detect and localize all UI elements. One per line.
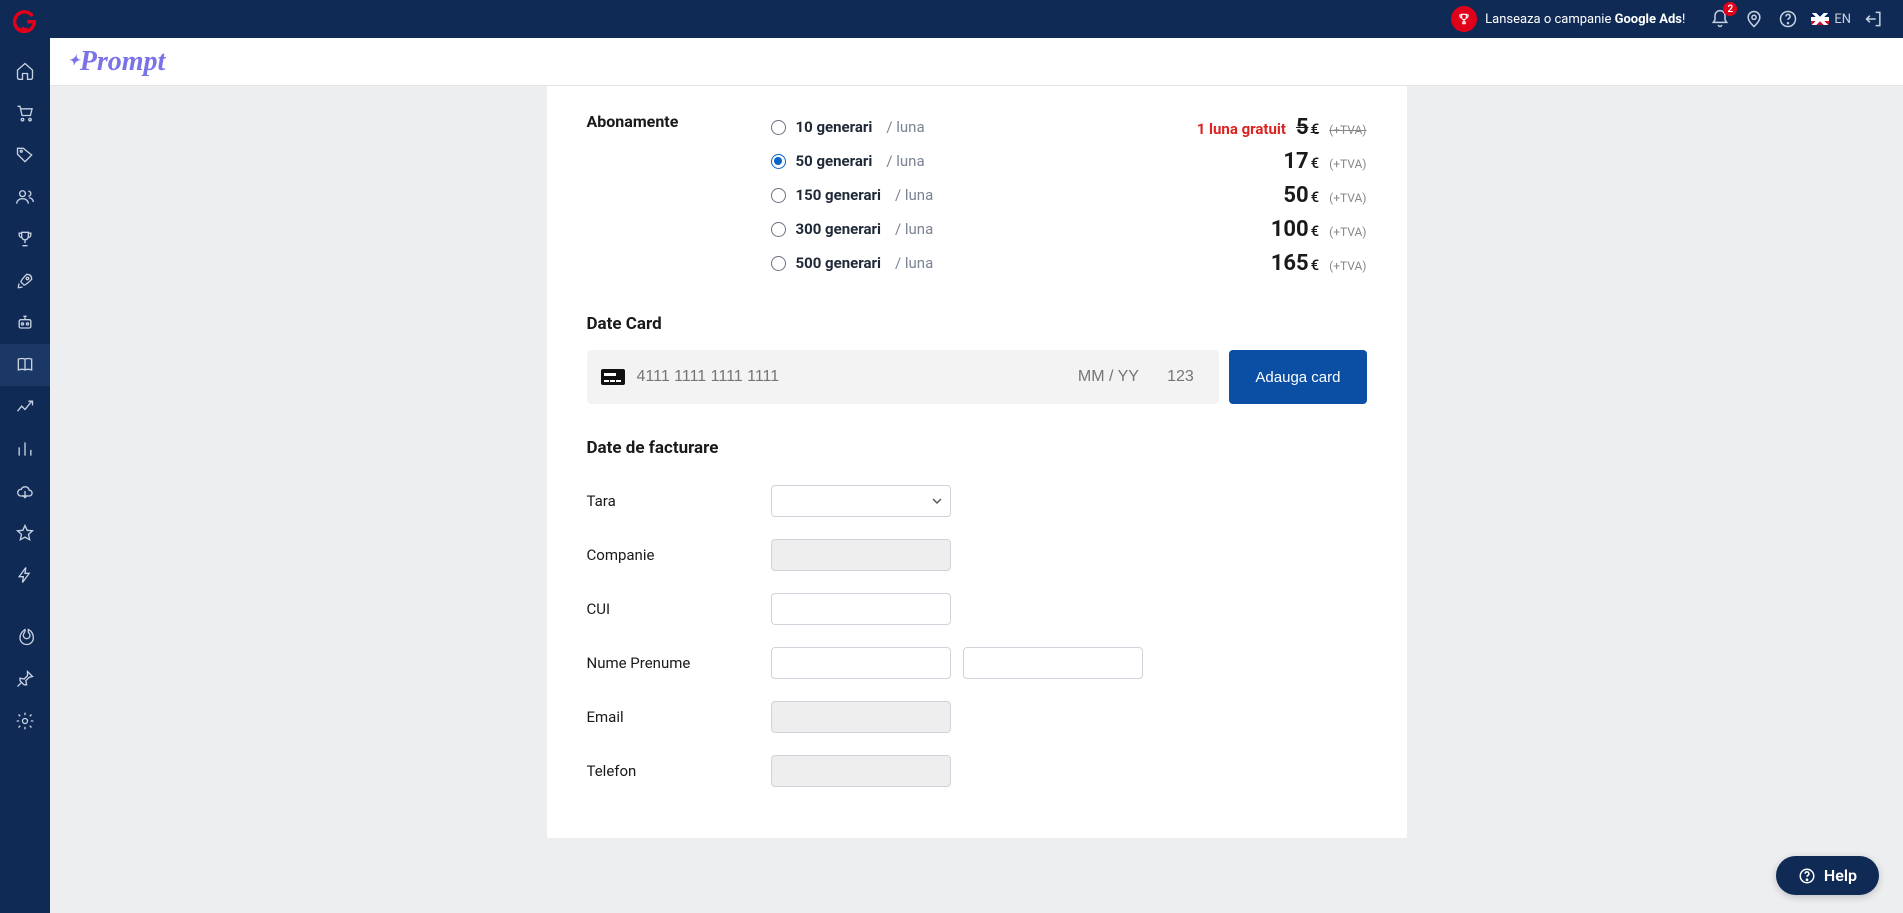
campaign-bold: Google Ads bbox=[1615, 12, 1682, 27]
plan-row[interactable]: 50 generari / luna 17€ (+TVA) bbox=[771, 144, 1367, 178]
subheader: ✦ Prompt bbox=[50, 38, 1903, 86]
sidebar-book[interactable] bbox=[0, 344, 50, 386]
brand-text: Prompt bbox=[80, 46, 166, 78]
email-input[interactable] bbox=[771, 701, 951, 733]
plan-per: / luna bbox=[886, 118, 924, 136]
sidebar-pin[interactable] bbox=[0, 658, 50, 700]
lang-code: EN bbox=[1834, 12, 1851, 27]
help-label: Help bbox=[1824, 866, 1857, 885]
trophy-badge-icon[interactable] bbox=[1451, 6, 1477, 32]
plan-per: / luna bbox=[895, 186, 933, 204]
plan-name: 150 generari bbox=[796, 186, 881, 204]
sidebar-cloud[interactable] bbox=[0, 470, 50, 512]
prompt-logo[interactable]: ✦ Prompt bbox=[68, 46, 165, 78]
spark-icon: ✦ bbox=[68, 53, 80, 70]
sidebar-bolt[interactable] bbox=[0, 554, 50, 596]
sidebar-tag[interactable] bbox=[0, 134, 50, 176]
help-fab[interactable]: Help bbox=[1776, 856, 1879, 895]
notif-count: 2 bbox=[1723, 2, 1737, 16]
plan-per: / luna bbox=[895, 254, 933, 272]
topbar: Lanseaza o campanie Google Ads! 2 EN bbox=[0, 0, 1903, 38]
sidebar-home[interactable] bbox=[0, 50, 50, 92]
plan-promo: 1 luna gratuit bbox=[1197, 120, 1286, 138]
sidebar bbox=[0, 38, 50, 913]
sidebar-star[interactable] bbox=[0, 512, 50, 554]
plan-radio[interactable] bbox=[771, 188, 786, 203]
sidebar-bars[interactable] bbox=[0, 428, 50, 470]
credit-card-icon bbox=[601, 369, 625, 385]
plan-price: 50€ bbox=[1283, 183, 1319, 208]
sidebar-rocket[interactable] bbox=[0, 260, 50, 302]
page: Abonamente 10 generari / luna 1 luna gratu… bbox=[50, 0, 1903, 913]
name-label: Nume Prenume bbox=[587, 654, 771, 672]
card-input-group bbox=[587, 350, 1220, 404]
plan-price: 100€ bbox=[1271, 217, 1319, 242]
sidebar-trophy[interactable] bbox=[0, 218, 50, 260]
plan-row[interactable]: 500 generari / luna 165€ (+TVA) bbox=[771, 246, 1367, 280]
sidebar-users[interactable] bbox=[0, 176, 50, 218]
plans-list: 10 generari/ luna1 luna gratuit5€(+TVA)5… bbox=[771, 110, 1367, 280]
phone-label: Telefon bbox=[587, 762, 771, 780]
plan-per: / luna bbox=[895, 220, 933, 238]
phone-input[interactable] bbox=[771, 755, 951, 787]
help-icon[interactable] bbox=[1773, 4, 1803, 34]
plan-tva: (+TVA) bbox=[1329, 191, 1366, 205]
card-expiry-input[interactable] bbox=[1073, 368, 1143, 386]
campaign-suffix: ! bbox=[1682, 12, 1685, 27]
location-icon[interactable] bbox=[1739, 4, 1769, 34]
company-input[interactable] bbox=[771, 539, 951, 571]
sidebar-cart[interactable] bbox=[0, 92, 50, 134]
sidebar-robot[interactable] bbox=[0, 302, 50, 344]
plan-tva: (+TVA) bbox=[1329, 259, 1366, 273]
country-label: Tara bbox=[587, 492, 771, 510]
email-label: Email bbox=[587, 708, 771, 726]
notifications-icon[interactable]: 2 bbox=[1705, 4, 1735, 34]
firstname-input[interactable] bbox=[771, 647, 951, 679]
add-card-button[interactable]: Adauga card bbox=[1229, 350, 1366, 404]
cui-input[interactable] bbox=[771, 593, 951, 625]
card-section-title: Date Card bbox=[587, 314, 1367, 334]
plan-radio[interactable] bbox=[771, 256, 786, 271]
card-number-input[interactable] bbox=[637, 368, 1062, 386]
flag-icon bbox=[1811, 13, 1829, 25]
billing-section-title: Date de facturare bbox=[587, 438, 1367, 458]
plan-tva: (+TVA) bbox=[1329, 225, 1366, 239]
plan-price: 165€ bbox=[1271, 251, 1319, 276]
plan-per: / luna bbox=[886, 152, 924, 170]
plan-radio[interactable] bbox=[771, 120, 786, 135]
campaign-cta[interactable]: Lanseaza o campanie Google Ads! bbox=[1485, 12, 1685, 27]
main-card: Abonamente 10 generari / luna 1 luna gratu… bbox=[547, 86, 1407, 838]
subscriptions-label: Abonamente bbox=[587, 110, 771, 131]
card-cvv-input[interactable] bbox=[1155, 368, 1205, 386]
plan-radio[interactable] bbox=[771, 154, 786, 169]
campaign-prefix: Lanseaza o campanie bbox=[1485, 12, 1614, 27]
company-label: Companie bbox=[587, 546, 771, 564]
lastname-input[interactable] bbox=[963, 647, 1143, 679]
sidebar-fire[interactable] bbox=[0, 616, 50, 658]
plan-radio[interactable] bbox=[771, 222, 786, 237]
app-logo[interactable] bbox=[6, 2, 40, 36]
country-select[interactable] bbox=[771, 485, 951, 517]
language-switcher[interactable]: EN bbox=[1811, 12, 1851, 27]
logout-icon[interactable] bbox=[1859, 4, 1889, 34]
plan-tva: (+TVA) bbox=[1329, 123, 1366, 137]
sidebar-trend[interactable] bbox=[0, 386, 50, 428]
plan-price: 5€ bbox=[1296, 115, 1319, 140]
sidebar-settings[interactable] bbox=[0, 700, 50, 742]
plan-name: 10 generari bbox=[796, 118, 873, 136]
plan-tva: (+TVA) bbox=[1329, 157, 1366, 171]
plan-row[interactable]: 150 generari / luna 50€ (+TVA) bbox=[771, 178, 1367, 212]
plan-name: 50 generari bbox=[796, 152, 873, 170]
cui-label: CUI bbox=[587, 600, 771, 618]
plan-name: 300 generari bbox=[796, 220, 881, 238]
plan-row[interactable]: 10 generari / luna 1 luna gratuit 5€ (+TVA) bbox=[771, 110, 1367, 144]
plan-row[interactable]: 300 generari / luna 100€ (+TVA) bbox=[771, 212, 1367, 246]
plan-name: 500 generari bbox=[796, 254, 881, 272]
plan-price: 17€ bbox=[1283, 149, 1319, 174]
